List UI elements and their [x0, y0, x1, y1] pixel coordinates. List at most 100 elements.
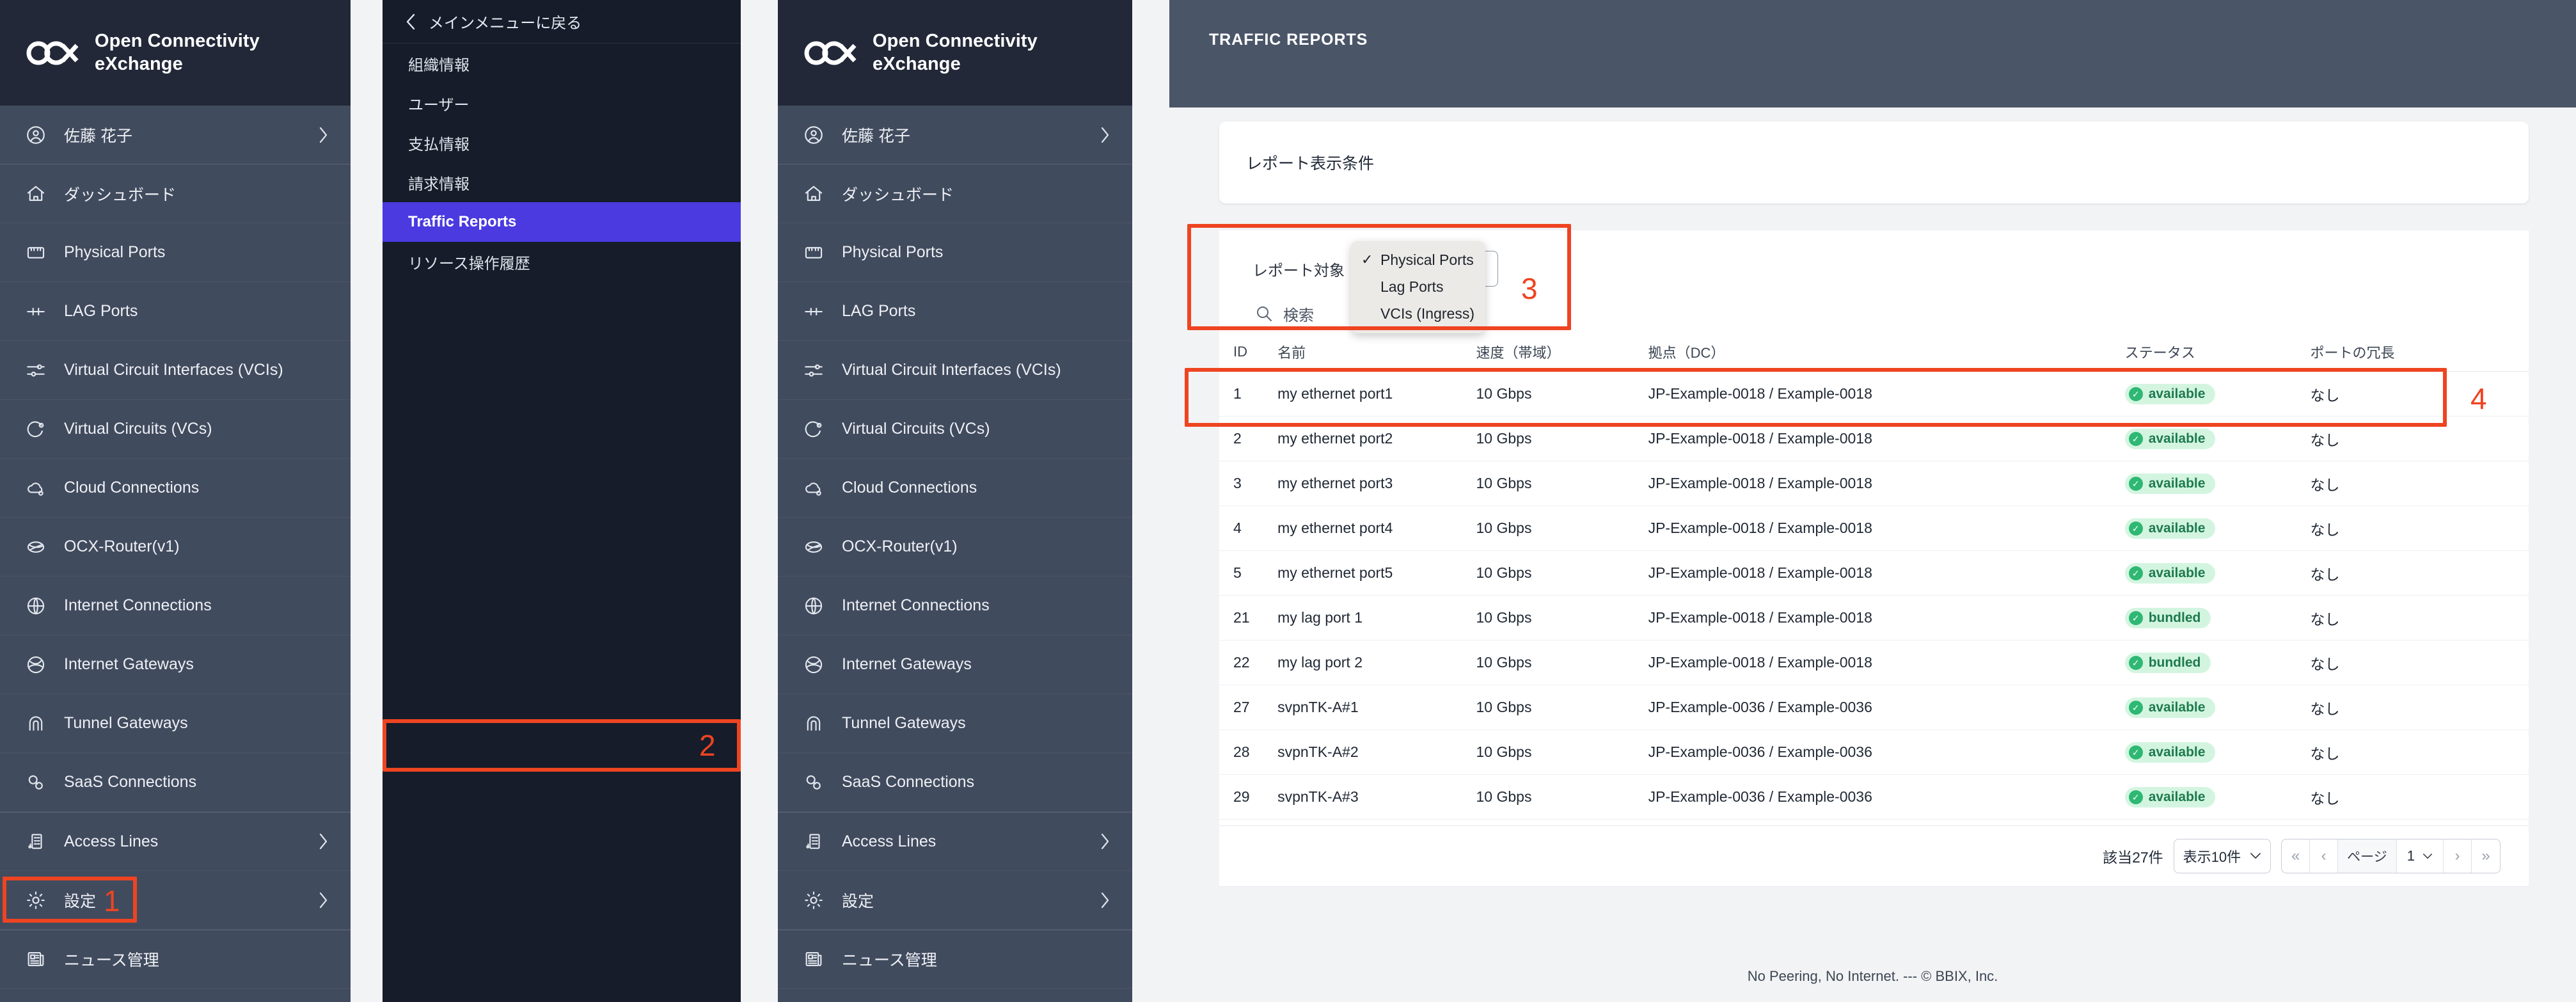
cell-speed: 10 Gbps [1476, 461, 1648, 506]
sidebar-item-2[interactable]: LAG Ports [778, 282, 1132, 341]
column-header-id[interactable]: ID [1219, 334, 1277, 372]
page-header: TRAFFIC REPORTS [1169, 0, 2576, 107]
sidebar-item-3[interactable]: Virtual Circuit Interfaces (VCIs) [0, 341, 351, 400]
sidebar-item-label: OCX-Router(v1) [842, 537, 1110, 556]
settings-submenu-item-0[interactable]: 組織情報 [383, 44, 741, 83]
sidebar-item-8[interactable]: Internet Gateways [0, 635, 351, 694]
status-label: available [2149, 790, 2206, 805]
lag-icon [802, 300, 825, 323]
sidebar-item-1[interactable]: Physical Ports [778, 223, 1132, 282]
sidebar-item-label: Internet Gateways [64, 655, 329, 674]
sidebar-item-label: Cloud Connections [842, 479, 1110, 497]
settings-submenu-item-5[interactable]: リソース操作履歴 [383, 242, 741, 282]
page-number-select[interactable]: 1 [2397, 839, 2444, 873]
table-row[interactable]: 21my lag port 110 GbpsJP-Example-0018 / … [1219, 596, 2529, 640]
first-page-button[interactable]: « [2282, 839, 2310, 873]
status-label: available [2149, 386, 2206, 402]
sidebar-item-7[interactable]: Internet Connections [0, 577, 351, 635]
sidebar-item-9[interactable]: Tunnel Gateways [0, 694, 351, 753]
table-row[interactable]: 22my lag port 210 GbpsJP-Example-0018 / … [1219, 640, 2529, 685]
cell-datacenter: JP-Example-0036 / Example-0036 [1648, 685, 2125, 730]
cell-name: my ethernet port2 [1277, 417, 1476, 461]
settings-submenu-item-4[interactable]: Traffic Reports [383, 202, 741, 242]
per-page-select[interactable]: 表示10件 [2174, 839, 2271, 873]
dropdown-option-2[interactable]: VCIs (Ingress) [1351, 300, 1485, 327]
table-row[interactable]: 1my ethernet port110 GbpsJP-Example-0018… [1219, 372, 2529, 417]
cell-status: ✓available [2125, 685, 2311, 730]
sidebar-item-0[interactable]: ダッシュボード [0, 164, 351, 223]
sidebar-item-13[interactable]: ニュース管理 [0, 930, 351, 989]
secondary-sidebar-items: 佐藤 花子ダッシュボードPhysical PortsLAG PortsVirtu… [778, 106, 1132, 989]
dropdown-option-0[interactable]: ✓Physical Ports [1351, 246, 1485, 273]
sidebar-item-12[interactable]: 設定 [0, 871, 351, 930]
table-row[interactable]: 4my ethernet port410 GbpsJP-Example-0018… [1219, 506, 2529, 551]
sidebar-item-0[interactable]: ダッシュボード [778, 164, 1132, 223]
sidebar-item-6[interactable]: OCX-Router(v1) [778, 518, 1132, 577]
brand-logo-secondary[interactable]: Open Connectivity eXchange [778, 0, 1132, 106]
brand-wordmark: Open Connectivity eXchange [95, 30, 260, 76]
sidebar-item-7[interactable]: Internet Connections [778, 577, 1132, 635]
check-circle-icon: ✓ [2129, 566, 2143, 580]
sidebar-item-10[interactable]: SaaS Connections [0, 753, 351, 812]
secondary-sidebar-account-item[interactable]: 佐藤 花子 [778, 106, 1132, 164]
settings-submenu-label: Traffic Reports [408, 213, 516, 231]
report-target-dropdown-menu[interactable]: ✓Physical PortsLag PortsVCIs (Ingress) [1351, 241, 1485, 333]
main-sidebar-account-item[interactable]: 佐藤 花子 [0, 106, 351, 164]
last-page-button[interactable]: » [2472, 839, 2500, 873]
column-header-status[interactable]: ステータス [2125, 334, 2311, 372]
sidebar-item-11[interactable]: Access Lines [778, 812, 1132, 871]
cell-speed: 10 Gbps [1476, 551, 1648, 596]
sidebar-item-12[interactable]: 設定 [778, 871, 1132, 930]
sidebar-item-label: Access Lines [64, 832, 301, 851]
chevron-right-icon [1099, 891, 1110, 909]
sidebar-item-1[interactable]: Physical Ports [0, 223, 351, 282]
sidebar-item-5[interactable]: Cloud Connections [0, 459, 351, 518]
sidebar-item-4[interactable]: Virtual Circuits (VCs) [0, 400, 351, 459]
search-input[interactable]: 検索 [1283, 303, 1314, 325]
sidebar-item-9[interactable]: Tunnel Gateways [778, 694, 1132, 753]
cell-id: 22 [1219, 640, 1277, 685]
main-sidebar-items: 佐藤 花子ダッシュボードPhysical PortsLAG PortsVirtu… [0, 106, 351, 989]
table-row[interactable]: 5my ethernet port510 GbpsJP-Example-0018… [1219, 551, 2529, 596]
sidebar-item-3[interactable]: Virtual Circuit Interfaces (VCIs) [778, 341, 1132, 400]
sidebar-item-13[interactable]: ニュース管理 [778, 930, 1132, 989]
column-header-name[interactable]: 名前 [1277, 334, 1476, 372]
ocx-logo-icon [26, 40, 81, 66]
sidebar-item-label: 設定 [64, 889, 301, 912]
back-to-main-menu-button[interactable]: メインメニューに戻る [383, 0, 741, 44]
sidebar-item-8[interactable]: Internet Gateways [778, 635, 1132, 694]
sidebar-item-4[interactable]: Virtual Circuits (VCs) [778, 400, 1132, 459]
status-badge: ✓bundled [2125, 608, 2211, 628]
sidebar-item-label: Physical Ports [842, 243, 1110, 262]
dropdown-option-1[interactable]: Lag Ports [1351, 273, 1485, 300]
check-circle-icon: ✓ [2129, 611, 2143, 625]
cell-status: ✓bundled [2125, 640, 2311, 685]
cell-status: ✓available [2125, 506, 2311, 551]
settings-submenu-item-1[interactable]: ユーザー [383, 83, 741, 123]
column-header-datacenter[interactable]: 拠点（DC） [1648, 334, 2125, 372]
status-badge: ✓available [2125, 697, 2216, 718]
sidebar-item-2[interactable]: LAG Ports [0, 282, 351, 341]
next-page-button[interactable]: › [2444, 839, 2472, 873]
back-to-main-menu-label: メインメニューに戻る [429, 10, 581, 33]
sidebar-item-6[interactable]: OCX-Router(v1) [0, 518, 351, 577]
sidebar-item-label: SaaS Connections [842, 773, 1110, 791]
table-row[interactable]: 27svpnTK-A#110 GbpsJP-Example-0036 / Exa… [1219, 685, 2529, 730]
brand-logo[interactable]: Open Connectivity eXchange [0, 0, 351, 106]
ocx-logo-icon [803, 40, 858, 66]
table-row[interactable]: 29svpnTK-A#310 GbpsJP-Example-0036 / Exa… [1219, 775, 2529, 820]
chevron-right-icon [317, 832, 329, 850]
settings-submenu-item-3[interactable]: 請求情報 [383, 163, 741, 202]
table-row[interactable]: 3my ethernet port310 GbpsJP-Example-0018… [1219, 461, 2529, 506]
column-header-speed[interactable]: 速度（帯域） [1476, 334, 1648, 372]
table-row[interactable]: 28svpnTK-A#210 GbpsJP-Example-0036 / Exa… [1219, 730, 2529, 775]
sidebar-item-5[interactable]: Cloud Connections [778, 459, 1132, 518]
previous-page-button[interactable]: ‹ [2310, 839, 2338, 873]
cell-redundancy: なし [2310, 417, 2529, 461]
sidebar-item-10[interactable]: SaaS Connections [778, 753, 1132, 812]
ports-table-body: 1my ethernet port110 GbpsJP-Example-0018… [1219, 372, 2529, 820]
column-header-redundancy[interactable]: ポートの冗長 [2310, 334, 2529, 372]
settings-submenu-item-2[interactable]: 支払情報 [383, 123, 741, 163]
sidebar-item-11[interactable]: Access Lines [0, 812, 351, 871]
table-row[interactable]: 2my ethernet port210 GbpsJP-Example-0018… [1219, 417, 2529, 461]
